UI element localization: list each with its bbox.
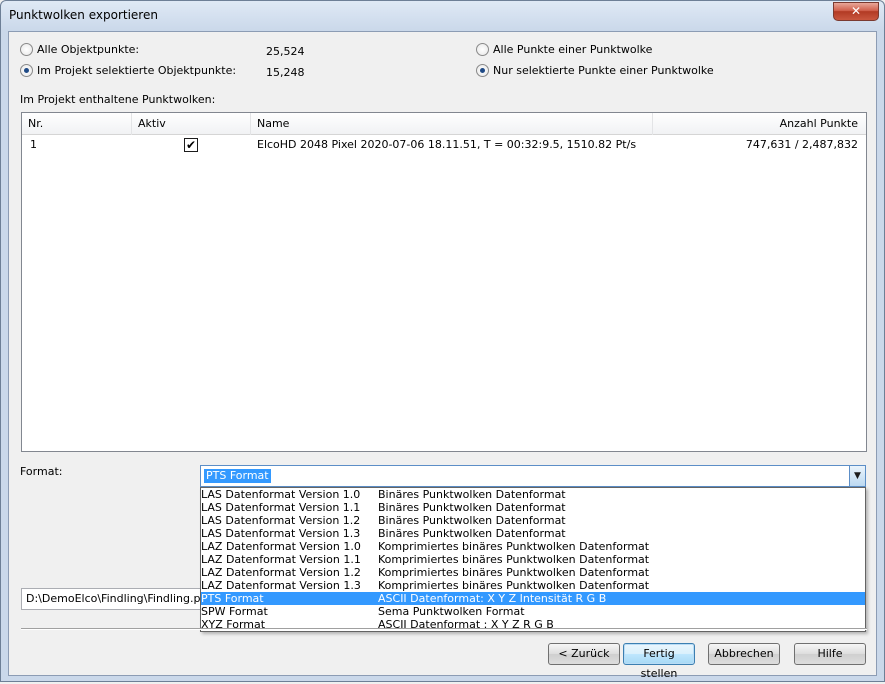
chevron-down-icon[interactable]: ▼ bbox=[849, 466, 865, 486]
pointcloud-list[interactable]: Nr. Aktiv Name Anzahl Punkte 1 ✔ ElcoHD … bbox=[21, 112, 867, 452]
radio-selected-points[interactable]: Nur selektierte Punkte einer Punktwolke bbox=[476, 64, 714, 77]
option-name: LAZ Datenformat Version 1.0 bbox=[201, 540, 361, 553]
dropdown-item[interactable]: LAS Datenformat Version 1.0 Binäres Punkt… bbox=[201, 488, 865, 501]
title-bar: Punktwolken exportieren ✕ bbox=[1, 1, 884, 31]
option-desc: Binäres Punktwolken Datenformat bbox=[378, 527, 566, 540]
radio-checked-icon[interactable] bbox=[476, 64, 489, 77]
radio-icon[interactable] bbox=[476, 43, 489, 56]
row-count: 747,631 / 2,487,832 bbox=[745, 138, 858, 151]
selected-objects-count: 15,248 bbox=[266, 66, 305, 79]
all-objects-count: 25,524 bbox=[266, 45, 305, 58]
option-name: SPW Format bbox=[201, 605, 268, 618]
dialog-body: Alle Objektpunkte: 25,524 Im Projekt sel… bbox=[8, 31, 877, 680]
dropdown-item[interactable]: LAZ Datenformat Version 1.1 Komprimiertes… bbox=[201, 553, 865, 566]
dropdown-item[interactable]: SPW Format Sema Punktwolken Format bbox=[201, 605, 865, 618]
radio-all-objects-label: Alle Objektpunkte: bbox=[37, 43, 140, 56]
option-desc: Sema Punktwolken Format bbox=[378, 605, 525, 618]
radio-selected-objects-label: Im Projekt selektierte Objektpunkte: bbox=[37, 64, 237, 77]
column-header-name[interactable]: Name bbox=[251, 113, 653, 135]
option-desc: Binäres Punktwolken Datenformat bbox=[378, 488, 566, 501]
option-name: LAS Datenformat Version 1.3 bbox=[201, 527, 361, 540]
dropdown-item[interactable]: LAZ Datenformat Version 1.3 Komprimiertes… bbox=[201, 579, 865, 592]
format-dropdown-list[interactable]: LAS Datenformat Version 1.0 Binäres Punkt… bbox=[200, 487, 866, 632]
column-header-count[interactable]: Anzahl Punkte bbox=[653, 113, 866, 135]
format-combobox[interactable]: PTS Format ▼ bbox=[200, 465, 866, 487]
row-nr: 1 bbox=[30, 138, 37, 151]
close-button[interactable]: ✕ bbox=[833, 2, 879, 21]
option-name: LAZ Datenformat Version 1.1 bbox=[201, 553, 361, 566]
radio-all-points-label: Alle Punkte einer Punktwolke bbox=[493, 43, 653, 56]
dropdown-item-selected[interactable]: PTS Format ASCII Datenformat: X Y Z Inten… bbox=[201, 592, 865, 605]
export-path-field[interactable]: D:\DemoElco\Findling\Findling.pts bbox=[21, 588, 211, 610]
option-desc: Binäres Punktwolken Datenformat bbox=[378, 514, 566, 527]
list-caption: Im Projekt enthaltene Punktwolken: bbox=[20, 93, 216, 106]
radio-icon[interactable] bbox=[20, 43, 33, 56]
back-button[interactable]: < Zurück bbox=[548, 643, 620, 665]
dropdown-item[interactable]: LAS Datenformat Version 1.3 Binäres Punkt… bbox=[201, 527, 865, 540]
help-button[interactable]: Hilfe bbox=[794, 643, 866, 665]
export-dialog: Punktwolken exportieren ✕ Alle Objektpun… bbox=[0, 0, 885, 682]
radio-selected-points-label: Nur selektierte Punkte einer Punktwolke bbox=[493, 64, 714, 77]
option-name: LAZ Datenformat Version 1.2 bbox=[201, 566, 361, 579]
window-title: Punktwolken exportieren bbox=[9, 8, 158, 22]
column-header-nr[interactable]: Nr. bbox=[22, 113, 132, 135]
dropdown-item[interactable]: LAZ Datenformat Version 1.2 Komprimiertes… bbox=[201, 566, 865, 579]
option-desc: Komprimiertes binäres Punktwolken Datenf… bbox=[378, 553, 650, 566]
option-name: LAS Datenformat Version 1.1 bbox=[201, 501, 361, 514]
dropdown-item[interactable]: LAS Datenformat Version 1.1 Binäres Punkt… bbox=[201, 501, 865, 514]
option-name: PTS Format bbox=[201, 592, 264, 605]
dropdown-item[interactable]: LAS Datenformat Version 1.2 Binäres Punkt… bbox=[201, 514, 865, 527]
cancel-button[interactable]: Abbrechen bbox=[708, 643, 780, 665]
format-label: Format: bbox=[20, 465, 63, 478]
option-desc: Komprimiertes binäres Punktwolken Datenf… bbox=[378, 579, 650, 592]
column-header-aktiv[interactable]: Aktiv bbox=[132, 113, 251, 135]
option-name: LAZ Datenformat Version 1.3 bbox=[201, 579, 361, 592]
list-header: Nr. Aktiv Name Anzahl Punkte bbox=[22, 113, 866, 135]
radio-checked-icon[interactable] bbox=[20, 64, 33, 77]
option-desc: Binäres Punktwolken Datenformat bbox=[378, 501, 566, 514]
option-desc: ASCII Datenformat: X Y Z Intensität R G … bbox=[378, 592, 607, 605]
separator bbox=[21, 628, 867, 630]
option-name: LAS Datenformat Version 1.2 bbox=[201, 514, 361, 527]
radio-all-objects[interactable]: Alle Objektpunkte: bbox=[20, 43, 139, 56]
option-desc: Komprimiertes binäres Punktwolken Datenf… bbox=[378, 540, 650, 553]
table-row[interactable]: 1 ✔ ElcoHD 2048 Pixel 2020-07-06 18.11.5… bbox=[22, 135, 866, 155]
option-name: LAS Datenformat Version 1.0 bbox=[201, 488, 361, 501]
finish-button[interactable]: Fertig stellen bbox=[623, 643, 695, 680]
radio-selected-objects[interactable]: Im Projekt selektierte Objektpunkte: bbox=[20, 64, 236, 77]
radio-all-points[interactable]: Alle Punkte einer Punktwolke bbox=[476, 43, 652, 56]
aktiv-checkbox[interactable]: ✔ bbox=[184, 138, 198, 152]
dropdown-item[interactable]: LAZ Datenformat Version 1.0 Komprimiertes… bbox=[201, 540, 865, 553]
row-name: ElcoHD 2048 Pixel 2020-07-06 18.11.51, T… bbox=[257, 138, 637, 151]
option-desc: Komprimiertes binäres Punktwolken Datenf… bbox=[378, 566, 650, 579]
format-selected-value: PTS Format bbox=[204, 469, 271, 483]
